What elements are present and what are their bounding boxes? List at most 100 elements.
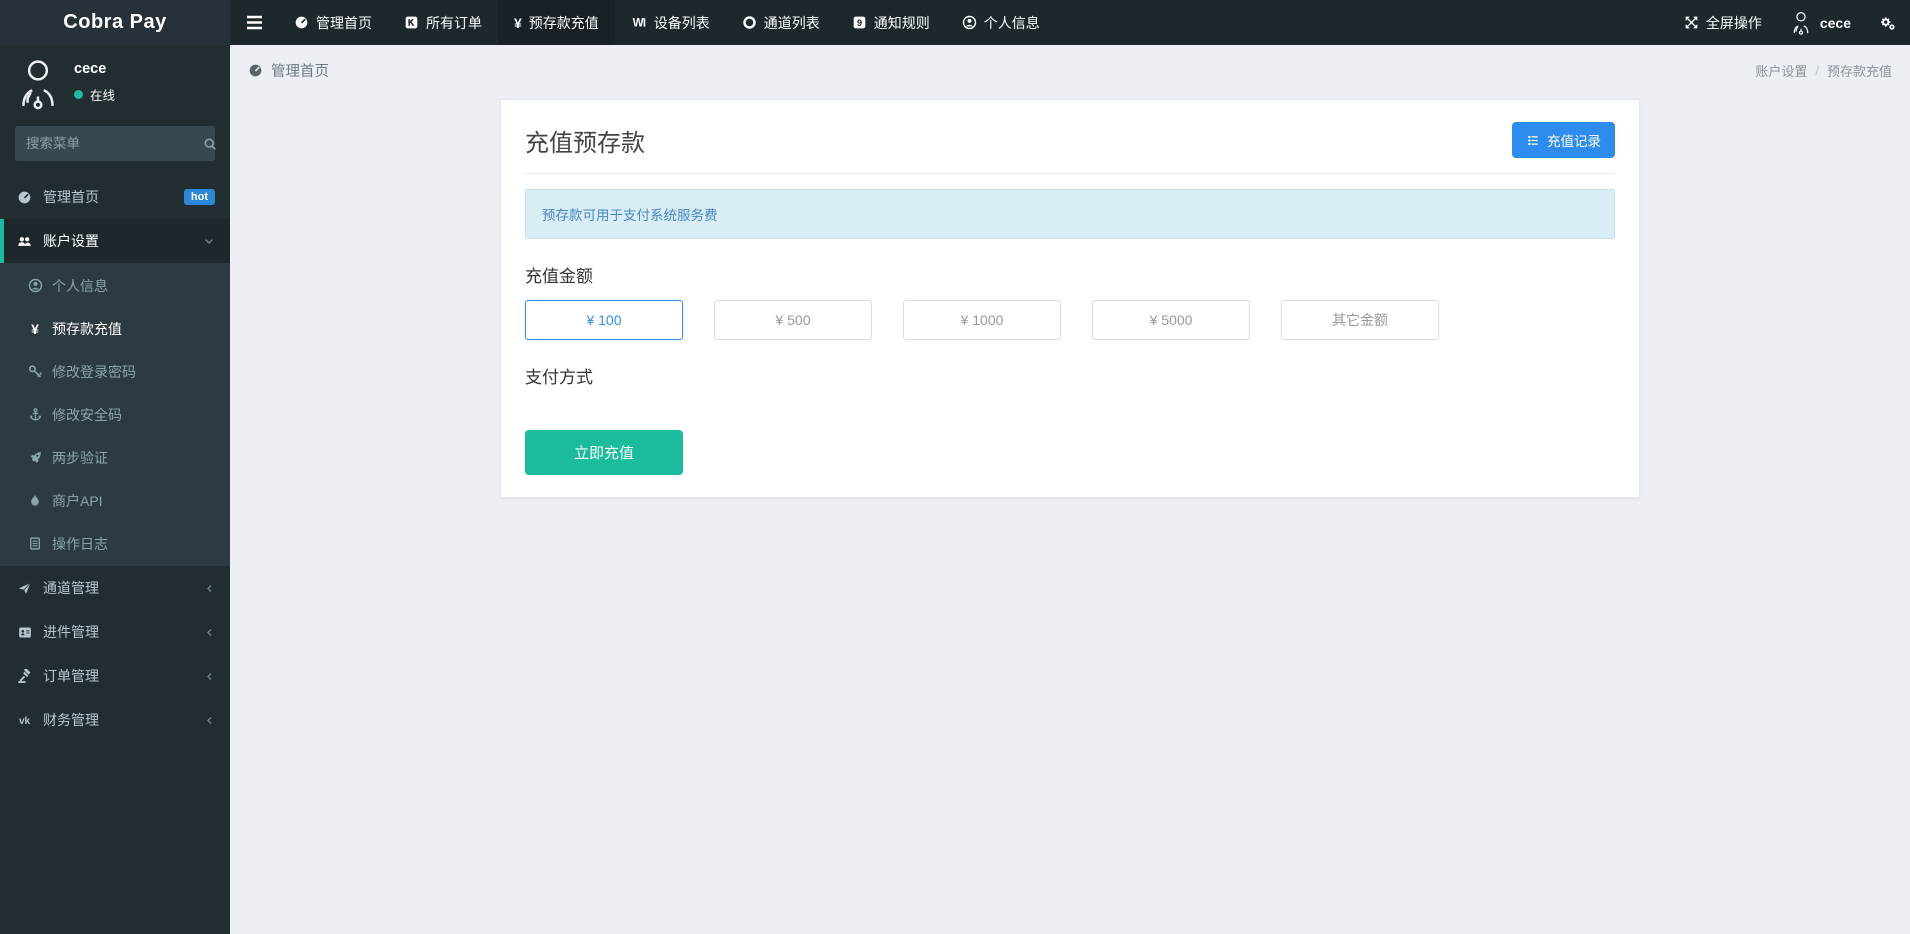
topnav-item-channels[interactable]: 通道列表 <box>726 0 836 45</box>
users-icon <box>15 234 34 249</box>
topnav-label: 通知规则 <box>874 13 930 33</box>
sidebar-item-finance-management[interactable]: vk 财务管理 <box>0 698 230 742</box>
app-logo[interactable]: Cobra Pay <box>0 0 230 45</box>
search-icon[interactable] <box>203 137 217 151</box>
yen-icon: ¥ <box>26 321 44 337</box>
chevron-left-icon <box>204 627 215 638</box>
topnav-item-deposit[interactable]: ¥ 预存款充值 <box>498 0 615 45</box>
sidebar-item-merchant-api[interactable]: 商户API <box>0 479 230 522</box>
user-menu[interactable]: cece <box>1776 0 1865 45</box>
orders-icon <box>404 15 419 30</box>
sidebar-item-merchant-intake-management[interactable]: 进件管理 <box>0 610 230 654</box>
devices-icon: W <box>631 15 647 30</box>
page-title: 充值预存款 <box>525 123 645 158</box>
svg-text:vk: vk <box>19 716 31 727</box>
sidebar-item-account-settings[interactable]: 账户设置 <box>0 219 230 263</box>
amount-option-100[interactable]: ¥ 100 <box>525 300 683 340</box>
chevron-left-icon <box>204 715 215 726</box>
sidebar-item-operation-log[interactable]: 操作日志 <box>0 522 230 565</box>
profile-icon <box>962 15 977 30</box>
sidebar-item-label: 进件管理 <box>43 622 99 642</box>
breadcrumb-separator: / <box>1815 63 1819 78</box>
sidebar-menu: 管理首页 hot 账户设置 个人信息 ¥ 预存款充值 <box>0 175 230 742</box>
sidebar-item-order-management[interactable]: 订单管理 <box>0 654 230 698</box>
sidebar-user-panel: cece 在线 <box>0 45 230 118</box>
recharge-now-button[interactable]: 立即充值 <box>525 430 683 475</box>
submenu-label: 修改登录密码 <box>52 362 136 382</box>
chevron-down-icon <box>203 235 215 247</box>
topnav-item-dashboard[interactable]: 管理首页 <box>278 0 388 45</box>
dashboard-icon <box>294 15 309 30</box>
amount-option-1000[interactable]: ¥ 1000 <box>903 300 1061 340</box>
amount-section-label: 充值金额 <box>525 262 1615 287</box>
yen-icon: ¥ <box>514 15 522 31</box>
topbar-right: 全屏操作 cece <box>1670 0 1910 45</box>
channels-icon <box>742 15 757 30</box>
key-icon <box>26 364 44 379</box>
sidebar-item-dashboard[interactable]: 管理首页 hot <box>0 175 230 219</box>
sidebar-item-change-password[interactable]: 修改登录密码 <box>0 350 230 393</box>
info-alert: 预存款可用于支付系统服务费 <box>525 189 1615 239</box>
sidebar-item-two-step-verification[interactable]: 两步验证 <box>0 436 230 479</box>
topnav-item-devices[interactable]: W 设备列表 <box>615 0 726 45</box>
topnav-item-orders[interactable]: 所有订单 <box>388 0 498 45</box>
breadcrumb-current: 预存款充值 <box>1827 61 1892 80</box>
submenu-label: 个人信息 <box>52 276 108 296</box>
topnav-label: 个人信息 <box>984 13 1040 33</box>
settings-button[interactable] <box>1865 0 1910 45</box>
divider <box>525 173 1615 174</box>
file-lines-icon <box>26 536 44 551</box>
sidebar-item-label: 订单管理 <box>43 666 99 686</box>
sidebar-item-label: 账户设置 <box>43 231 99 251</box>
fullscreen-label: 全屏操作 <box>1706 13 1762 33</box>
topnav-item-notify-rules[interactable]: 9 通知规则 <box>836 0 946 45</box>
fullscreen-icon <box>1684 15 1699 30</box>
breadcrumb-account-settings[interactable]: 账户设置 <box>1755 61 1807 80</box>
rocket-icon <box>26 450 44 465</box>
sidebar-item-label: 财务管理 <box>43 710 99 730</box>
submenu-label: 预存款充值 <box>52 319 122 339</box>
payment-section-label: 支付方式 <box>525 363 1615 388</box>
main-content: 管理首页 账户设置 / 预存款充值 充值预存款 充值记录 预存款可用于支付系统服… <box>230 45 1910 934</box>
content-header-title: 管理首页 <box>271 60 329 81</box>
amount-options: ¥ 100 ¥ 500 ¥ 1000 ¥ 5000 其它金额 <box>525 300 1615 340</box>
topnav-label: 管理首页 <box>316 13 372 33</box>
id-card-icon <box>15 625 34 640</box>
svg-text:W: W <box>632 17 643 30</box>
chevron-left-icon <box>204 671 215 682</box>
recharge-records-button[interactable]: 充值记录 <box>1512 122 1615 158</box>
recharge-card: 充值预存款 充值记录 预存款可用于支付系统服务费 充值金额 ¥ 100 ¥ 50… <box>500 99 1640 498</box>
user-avatar-icon <box>15 58 61 110</box>
topnav-label: 通道列表 <box>764 13 820 33</box>
dashboard-icon <box>15 190 34 205</box>
sidebar-toggle-button[interactable] <box>230 0 278 45</box>
sidebar-item-deposit-recharge[interactable]: ¥ 预存款充值 <box>0 307 230 350</box>
amount-option-5000[interactable]: ¥ 5000 <box>1092 300 1250 340</box>
submenu-label: 商户API <box>52 491 103 511</box>
sidebar-item-change-security-code[interactable]: 修改安全码 <box>0 393 230 436</box>
topnav-label: 所有订单 <box>426 13 482 33</box>
online-status-label: 在线 <box>90 85 115 104</box>
top-navigation: 管理首页 所有订单 ¥ 预存款充值 W 设备列表 通道列表 9 <box>278 0 1056 45</box>
user-circle-icon <box>26 278 44 293</box>
topnav-item-profile[interactable]: 个人信息 <box>946 0 1056 45</box>
amount-option-custom[interactable]: 其它金额 <box>1281 300 1439 340</box>
submenu-label: 修改安全码 <box>52 405 122 425</box>
anchor-icon <box>26 407 44 422</box>
menu-search-input[interactable] <box>26 136 203 151</box>
user-avatar-icon <box>1790 11 1812 35</box>
online-status-dot <box>74 90 83 99</box>
fullscreen-button[interactable]: 全屏操作 <box>1670 0 1776 45</box>
sidebar-item-channel-management[interactable]: 通道管理 <box>0 566 230 610</box>
sidebar-item-label: 管理首页 <box>43 187 99 207</box>
amount-option-500[interactable]: ¥ 500 <box>714 300 872 340</box>
gear-icon <box>1879 15 1896 31</box>
content-header: 管理首页 账户设置 / 预存款充值 <box>230 45 1910 91</box>
svg-text:9: 9 <box>857 18 862 28</box>
list-icon <box>1526 134 1540 147</box>
dashboard-icon <box>248 63 263 78</box>
topnav-label: 设备列表 <box>654 13 710 33</box>
notify-icon: 9 <box>852 15 867 30</box>
sidebar-item-personal-info[interactable]: 个人信息 <box>0 264 230 307</box>
sidebar-search <box>15 126 215 161</box>
